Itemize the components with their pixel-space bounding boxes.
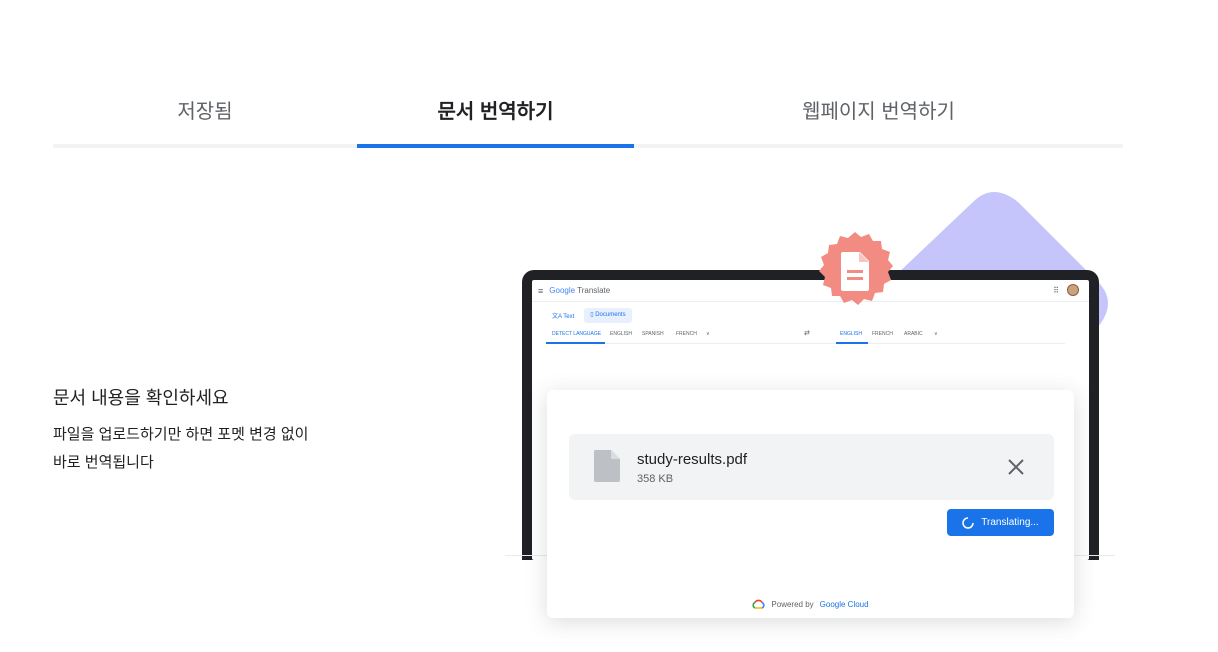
file-size: 358 KB [637,473,674,485]
target-lang: ARABIC [904,331,923,337]
chevron-down-icon: ∨ [706,331,710,337]
upload-card: study-results.pdf 358 KB Translating... … [547,390,1074,618]
section-description: 파일을 업로드하기만 하면 포멧 변경 없이 바로 번역됩니다 [53,421,353,477]
translate-app-bar: ≡ Google Translate [532,280,1089,302]
avatar [1067,284,1079,296]
app-title: Google Translate [549,286,610,295]
google-cloud-icon [752,599,765,609]
target-lang-indicator [836,342,868,344]
apps-grid-icon: ⠿ [1053,286,1059,295]
file-name: study-results.pdf [637,451,748,468]
target-lang: FRENCH [872,331,893,337]
language-bar: DETECT LANGUAGE ENGLISH SPANISH FRENCH ∨… [546,324,1065,344]
mode-text-label: Text [563,314,575,320]
description-line: 파일을 업로드하기만 하면 포멧 변경 없이 [53,426,309,443]
description-line: 바로 번역됩니다 [53,454,154,471]
menu-icon: ≡ [538,285,544,296]
tab-translate-webpages[interactable]: 웹페이지 번역하기 [634,72,1123,147]
tab-saved[interactable]: 저장됨 [53,72,357,147]
tab-active-indicator [357,144,634,148]
target-lang: ENGLISH [840,331,862,337]
source-lang: SPANISH [642,331,664,337]
source-lang: FRENCH [676,331,697,337]
tab-translate-documents[interactable]: 문서 번역하기 [357,72,634,147]
translating-button[interactable]: Translating... [947,509,1054,536]
document-icon [819,232,893,305]
source-lang: DETECT LANGUAGE [552,331,602,337]
section-heading: 문서 내용을 확인하세요 [53,388,229,408]
app-title-product: Translate [575,286,611,295]
swap-icon: ⇄ [804,330,810,337]
chevron-down-icon: ∨ [934,331,938,337]
file-icon [594,450,620,482]
page: 저장됨 문서 번역하기 웹페이지 번역하기 문서 내용을 확인하세요 파일을 업… [0,0,1218,652]
source-lang-indicator [546,342,605,344]
tab-bar: 저장됨 문서 번역하기 웹페이지 번역하기 [53,72,1123,148]
mode-documents: ▯ Documents [584,308,632,323]
powered-prefix: Powered by [771,599,814,609]
translate-icon: 文A [552,314,564,320]
powered-brand: Google Cloud [819,599,869,609]
translating-label: Translating... [981,517,1039,528]
mode-text: 文A Text [546,308,580,323]
app-title-brand: Google [549,286,576,295]
uploaded-file: study-results.pdf 358 KB [569,434,1054,500]
close-icon[interactable] [1006,457,1026,477]
mode-documents-label: Documents [595,312,626,318]
powered-by: Powered by Google Cloud [547,599,1074,609]
spinner-icon [962,516,975,529]
source-lang: ENGLISH [610,331,632,337]
mode-switcher: 文A Text ▯ Documents [546,308,632,323]
